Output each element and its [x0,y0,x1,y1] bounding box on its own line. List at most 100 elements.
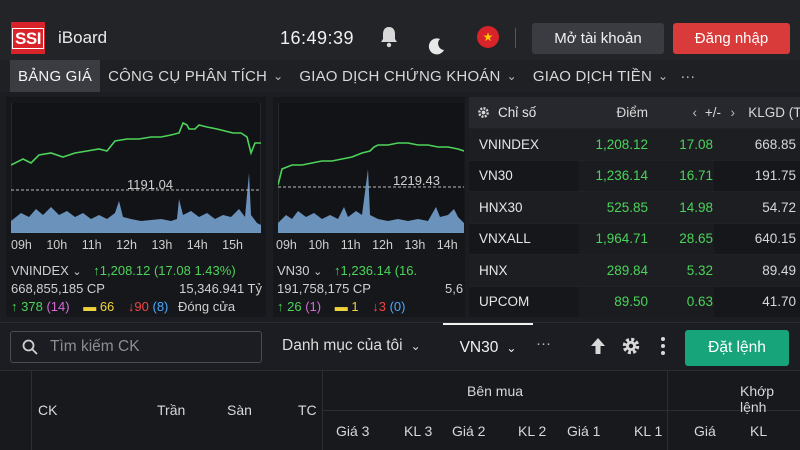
index-value: ↑1,236.14 (16. [334,263,418,278]
col-match-price[interactable]: Giá [694,423,716,439]
row-volume: 640.15 [754,231,796,247]
kebab-menu-icon[interactable] [655,335,671,357]
chevron-left-icon[interactable]: ‹ [693,105,698,120]
time-tick: 13h [404,238,426,252]
vnindex-chart-panel[interactable]: 1191.04 09h 10h 11h 12h 13h 14h 15h VNIN… [6,97,266,317]
chevron-down-icon[interactable]: ⌄ [313,266,322,278]
row-change: 0.63 [686,294,713,310]
index-row-vnindex[interactable]: VNINDEX 1,208.12 17.08 668.85 [469,128,800,160]
unchanged-icon: ▬ [83,299,97,314]
row-point: 289.84 [606,262,648,278]
vnindex-summary-line: VNINDEX ⌄ ↑1,208.12 (17.08 1.43%) [11,263,236,278]
col-buy-price-2[interactable]: Giá 2 [452,423,485,439]
col-match-vol[interactable]: KL [750,423,767,439]
row-point: 1,208.12 [595,136,648,152]
open-account-button[interactable]: Mở tài khoản [532,23,664,54]
vietnam-flag-icon[interactable]: ★ [477,26,499,48]
time-tick: 15h [222,238,243,252]
row-change: 5.32 [686,262,713,278]
settings-gear-icon[interactable] [621,336,641,356]
arrow-up-icon[interactable] [590,337,606,355]
col-buy-price-1[interactable]: Giá 1 [567,423,600,439]
col-ceiling[interactable]: Trần [157,402,185,418]
vnindex-breadth: ↑ 378 (14) ▬ 66 ↓90 (8) Đóng cửa [11,299,235,314]
index-row-upcom[interactable]: UPCOM 89.50 0.63 41.70 [469,285,800,318]
moon-icon[interactable] [428,37,446,55]
divider [31,370,32,450]
menu-more-icon[interactable]: ··· [680,68,695,85]
more-groups-icon[interactable]: ··· [536,335,551,352]
group-selector-vn30[interactable]: VN30 ⌄ [443,323,533,370]
row-change: 14.98 [679,199,713,215]
time-tick: 12h [372,238,393,252]
menu-item-cong-cu-phan-tich[interactable]: CÔNG CỤ PHÂN TÍCH ⌄ [100,60,291,92]
ceiling-count: (14) [46,299,70,314]
col-buy-vol-1[interactable]: KL 1 [634,423,662,439]
time-tick: 14h [436,238,458,252]
time-tick: 11h [81,238,102,252]
index-table-header: Chỉ số Điểm ‹ +/- › KLGD (Triệu) [469,97,800,128]
place-order-button[interactable]: Đặt lệnh [685,330,789,366]
chevron-down-icon: ⌄ [273,69,284,83]
bell-icon[interactable] [379,26,399,48]
vn30-time-axis: 09h 10h 11h 12h 13h 14h [276,238,458,252]
row-change: 28.65 [679,231,713,247]
filter-bar: Danh mục của tôi ⌄ VN30 ⌄ ··· Đặt lệnh [0,322,800,370]
row-change: 17.08 [679,136,713,152]
header-volume: KLGD (Triệu) [748,105,800,120]
menu-item-giao-dich-chung-khoan[interactable]: GIAO DỊCH CHỨNG KHOÁN ⌄ [291,60,524,92]
col-buy-price-3[interactable]: Giá 3 [336,423,369,439]
time-tick: 14h [186,238,208,252]
index-row-vnxall[interactable]: VNXALL 1,964.71 28.65 640.15 [469,222,800,255]
col-floor[interactable]: Sàn [227,402,252,418]
time-tick: 11h [340,238,361,252]
menu-item-giao-dich-tien[interactable]: GIAO DỊCH TIỀN ⌄ [525,60,676,92]
watchlist-label: Danh mục của tôi [282,337,403,354]
price-board-header: CK Trần Sàn TC Bên mua Khớp lệnh Giá 3 K… [0,370,800,450]
search-box[interactable] [10,331,262,363]
index-name[interactable]: VN30 [277,263,310,278]
menu-item-bang-gia[interactable]: BẢNG GIÁ [10,60,101,92]
vnindex-ref-label: 1191.04 [127,177,174,192]
chevron-right-icon[interactable]: › [731,105,736,120]
gear-icon[interactable] [477,106,490,119]
group-label: VN30 [459,338,499,356]
search-icon [22,339,38,355]
chevron-down-icon: ⌄ [658,69,669,83]
login-button[interactable]: Đăng nhập [673,23,790,54]
header-change: +/- [704,105,721,120]
vn30-ref-label: 1219.43 [393,173,440,188]
col-ref[interactable]: TC [298,402,317,418]
row-index-name: HNX30 [479,199,523,215]
chevron-down-icon[interactable]: ⌄ [72,266,81,278]
main-menu: BẢNG GIÁ CÔNG CỤ PHÂN TÍCH ⌄ GIAO DỊCH C… [0,60,800,92]
vnindex-volume: 668,855,185 CP [11,281,105,296]
row-volume: 89.49 [762,262,796,278]
col-buy-vol-2[interactable]: KL 2 [518,423,546,439]
ssi-logo[interactable]: SSI [11,22,45,54]
vnindex-value-total: 15,346.941 Tỷ [179,281,262,296]
index-name[interactable]: VNINDEX [11,263,69,278]
header-index-name: Chỉ số [498,105,537,120]
row-index-name: UPCOM [479,294,530,310]
row-index-name: VNXALL [479,231,531,247]
decliners: ↓90 [127,299,149,314]
col-buy-vol-3[interactable]: KL 3 [404,423,432,439]
row-change: 16.71 [679,168,713,184]
index-row-hnx30[interactable]: HNX30 525.85 14.98 54.72 [469,191,800,223]
index-rows: VNINDEX 1,208.12 17.08 668.85 VN30 1,236… [469,128,800,317]
col-ck[interactable]: CK [38,402,57,418]
vnindex-intraday-chart [11,103,261,233]
menu-label: BẢNG GIÁ [18,67,93,85]
index-row-hnx[interactable]: HNX 289.84 5.32 89.49 [469,254,800,286]
search-input[interactable] [50,338,250,356]
vn30-volume: 191,758,175 CP [277,281,371,296]
index-summary-table: Chỉ số Điểm ‹ +/- › KLGD (Triệu) VNINDEX… [469,97,800,317]
row-index-name: VNINDEX [479,136,540,152]
menu-label: GIAO DỊCH CHỨNG KHOÁN [299,67,501,85]
vn30-chart-panel[interactable]: 1219.43 09h 10h 11h 12h 13h 14h VN30 ⌄ ↑… [273,97,465,317]
menu-label: GIAO DỊCH TIỀN [532,67,653,85]
watchlist-dropdown[interactable]: Danh mục của tôi ⌄ [282,337,421,355]
app-name: iBoard [58,28,108,47]
index-row-vn30[interactable]: VN30 1,236.14 16.71 191.75 [469,159,800,192]
